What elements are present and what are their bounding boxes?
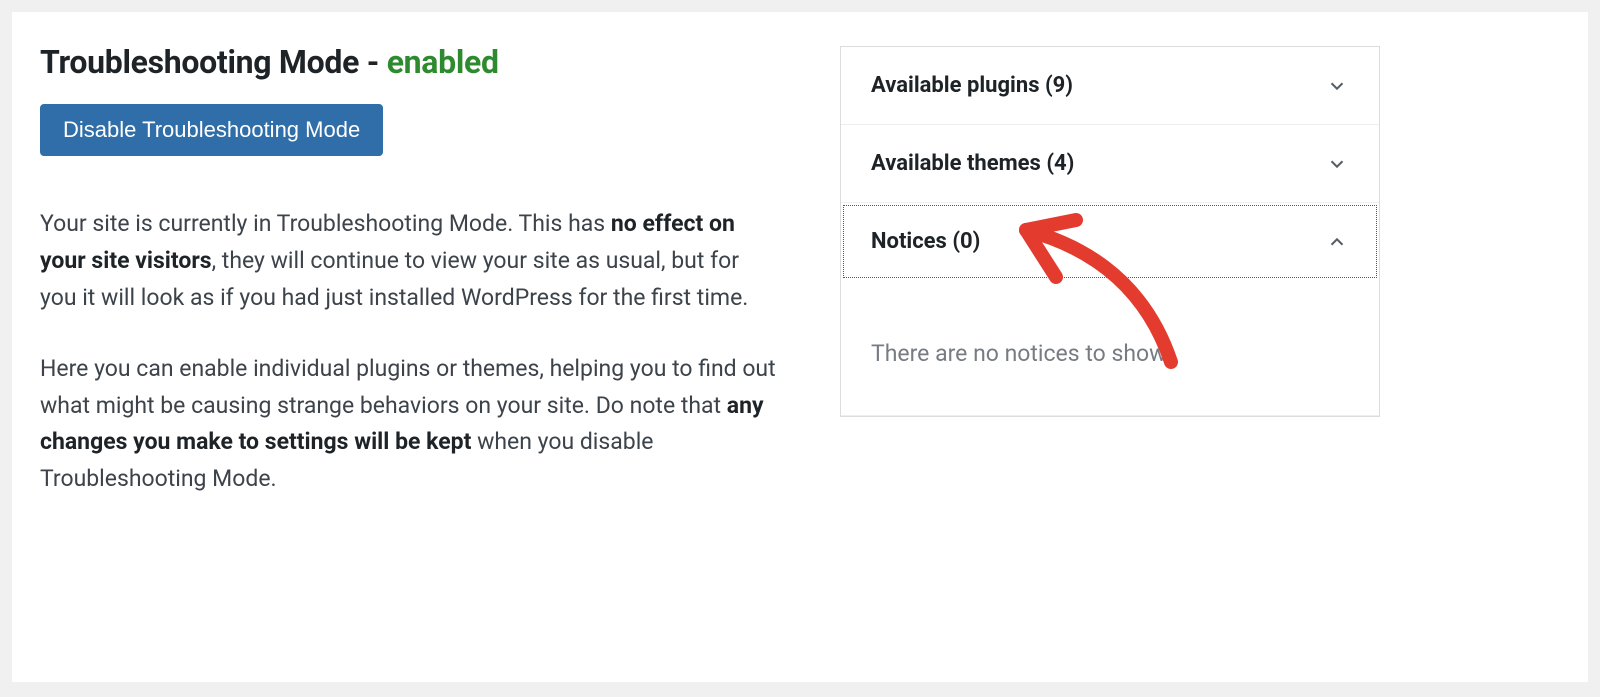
troubleshooting-panel: Troubleshooting Mode - enabled Disable T… [12, 12, 1588, 682]
desc-p2-a: Here you can enable individual plugins o… [40, 355, 776, 419]
accordion-item-themes: Available themes (4) [841, 125, 1379, 203]
accordion-body-notices: There are no notices to show. [841, 280, 1379, 415]
description-paragraph-2: Here you can enable individual plugins o… [40, 351, 780, 498]
right-column: Available plugins (9) Available themes (… [840, 42, 1380, 652]
left-column: Troubleshooting Mode - enabled Disable T… [40, 42, 780, 652]
description-paragraph-1: Your site is currently in Troubleshootin… [40, 206, 780, 316]
accordion-item-plugins: Available plugins (9) [841, 47, 1379, 125]
accordion-label-themes: Available themes (4) [871, 151, 1074, 176]
notices-empty-text: There are no notices to show. [871, 340, 1349, 367]
accordion: Available plugins (9) Available themes (… [840, 46, 1380, 417]
accordion-label-plugins: Available plugins (9) [871, 73, 1073, 98]
status-enabled-label: enabled [387, 43, 499, 81]
chevron-down-icon [1325, 74, 1349, 98]
description-block: Your site is currently in Troubleshootin… [40, 206, 780, 498]
title-prefix: Troubleshooting Mode - [40, 43, 387, 81]
desc-p1-a: Your site is currently in Troubleshootin… [40, 210, 611, 237]
accordion-toggle-themes[interactable]: Available themes (4) [841, 125, 1379, 202]
accordion-label-notices: Notices (0) [871, 229, 980, 254]
accordion-toggle-plugins[interactable]: Available plugins (9) [841, 47, 1379, 124]
page-title: Troubleshooting Mode - enabled [40, 42, 780, 82]
chevron-up-icon [1325, 230, 1349, 254]
accordion-item-notices: Notices (0) There are no notices to show… [841, 203, 1379, 416]
chevron-down-icon [1325, 152, 1349, 176]
accordion-toggle-notices[interactable]: Notices (0) [841, 203, 1379, 280]
disable-troubleshooting-button[interactable]: Disable Troubleshooting Mode [40, 104, 383, 156]
